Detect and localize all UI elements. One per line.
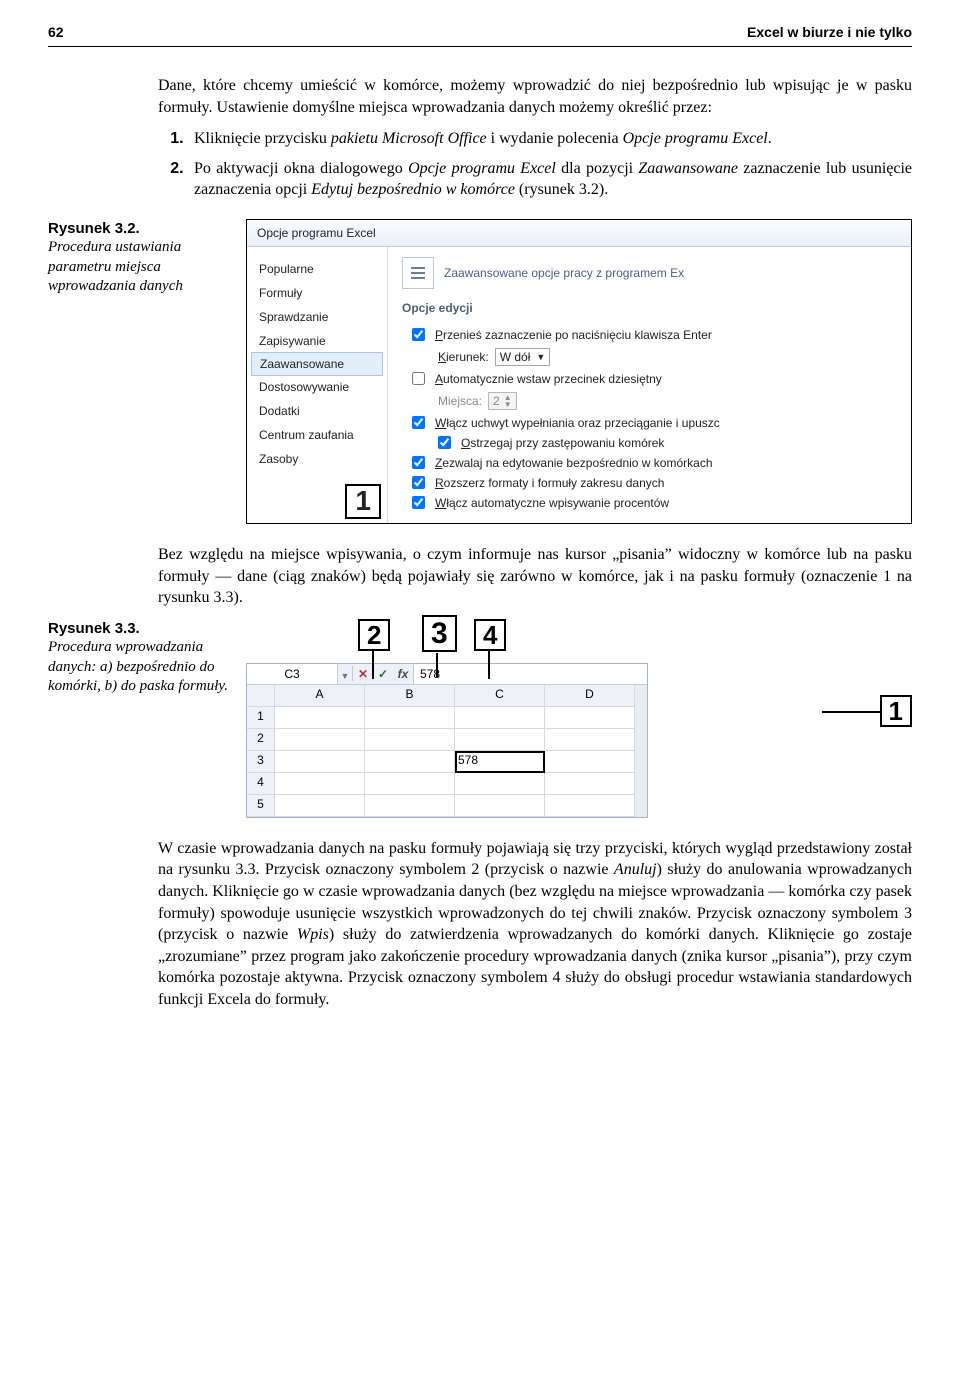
page-header: 62 Excel w biurze i nie tylko bbox=[48, 24, 912, 47]
nav-dodatki[interactable]: Dodatki bbox=[247, 399, 387, 423]
step-2: Po aktywacji okna dialogowego Opcje prog… bbox=[188, 158, 912, 201]
callout-line bbox=[372, 651, 374, 679]
cell[interactable] bbox=[455, 795, 545, 817]
figure-3-2: Rysunek 3.2. Procedura ustawiania parame… bbox=[48, 219, 912, 524]
nav-centrum-zaufania[interactable]: Centrum zaufania bbox=[247, 423, 387, 447]
miejsca-spinner: 2 ▲▼ bbox=[488, 392, 517, 410]
kierunek-combo[interactable]: W dół ▼ bbox=[495, 348, 551, 366]
figure-desc: Procedura ustawiania parametru miejsca w… bbox=[48, 239, 183, 294]
nav-popularne[interactable]: Popularne bbox=[247, 257, 387, 281]
nav-zasoby[interactable]: Zasoby bbox=[247, 447, 387, 471]
checkbox-icon[interactable] bbox=[412, 476, 425, 489]
cell[interactable] bbox=[365, 729, 455, 751]
figure-label: Rysunek 3.2. bbox=[48, 219, 228, 239]
options-header-text: Zaawansowane opcje pracy z programem Ex bbox=[444, 266, 684, 280]
callout-line bbox=[488, 651, 490, 679]
options-header: Zaawansowane opcje pracy z programem Ex bbox=[402, 257, 911, 289]
opt-zezwalaj-edytowanie[interactable]: Zezwalaj na edytowanie bezpośrednio w ko… bbox=[402, 453, 911, 473]
checkbox-icon[interactable] bbox=[412, 372, 425, 385]
excel-options-dialog: Opcje programu Excel Popularne Formuły S… bbox=[246, 219, 912, 524]
checkbox-icon[interactable] bbox=[412, 496, 425, 509]
cell[interactable] bbox=[365, 751, 455, 773]
nav-formuly[interactable]: Formuły bbox=[247, 281, 387, 305]
callout-1: 1 bbox=[345, 484, 381, 519]
col-header-c[interactable]: C bbox=[455, 685, 545, 707]
row-header-3[interactable]: 3 bbox=[247, 751, 275, 773]
cell[interactable] bbox=[365, 795, 455, 817]
opt-auto-przecinek[interactable]: Automatycznie wstaw przecinek dziesiętny bbox=[402, 369, 911, 389]
intro-paragraph: Dane, które chcemy umieścić w komórce, m… bbox=[48, 75, 912, 118]
worksheet-grid: A B C D 1 2 3 578 4 5 bbox=[247, 685, 647, 817]
cell[interactable] bbox=[455, 773, 545, 795]
opt-rozszerz-formaty[interactable]: Rozszerz formaty i formuły zakresu danyc… bbox=[402, 473, 911, 493]
name-box[interactable]: C3 bbox=[247, 664, 338, 684]
cell[interactable] bbox=[275, 773, 365, 795]
checkbox-icon[interactable] bbox=[412, 328, 425, 341]
insert-function-button[interactable]: fx bbox=[393, 664, 413, 684]
callout-2: 2 bbox=[358, 619, 390, 652]
opt-wlacz-procenty[interactable]: Włącz automatyczne wpisywanie procentów bbox=[402, 493, 911, 513]
chevron-down-icon: ▼ bbox=[536, 352, 545, 362]
cell[interactable] bbox=[455, 707, 545, 729]
checkbox-icon[interactable] bbox=[412, 416, 425, 429]
row-header-4[interactable]: 4 bbox=[247, 773, 275, 795]
opt-miejsca: Miejsca: 2 ▲▼ bbox=[402, 389, 911, 413]
nav-zaawansowane[interactable]: Zaawansowane bbox=[251, 352, 383, 376]
opt-uchwyt-wypelniania[interactable]: Włącz uchwyt wypełniania oraz przeciągan… bbox=[402, 413, 911, 433]
callout-4: 4 bbox=[474, 619, 506, 652]
name-box-dropdown[interactable]: ▼ bbox=[338, 666, 353, 681]
formula-input[interactable]: 578 bbox=[413, 664, 647, 684]
figure-label: Rysunek 3.3. bbox=[48, 619, 228, 639]
opt-przenies-zaznaczenie[interactable]: Przenieś zaznaczenie po naciśnięciu klaw… bbox=[402, 325, 911, 345]
select-all-corner[interactable] bbox=[247, 685, 275, 707]
options-icon bbox=[402, 257, 434, 289]
steps-list: Kliknięcie przycisku pakietu Microsoft O… bbox=[48, 128, 912, 201]
nav-zapisywanie[interactable]: Zapisywanie bbox=[247, 329, 387, 353]
callout-line bbox=[436, 653, 438, 677]
figure-desc: Procedura wprowadzania danych: a) bezpoś… bbox=[48, 639, 228, 694]
page-number: 62 bbox=[48, 24, 64, 40]
spinner-arrows-icon: ▲▼ bbox=[504, 394, 512, 408]
cell[interactable] bbox=[545, 751, 635, 773]
enter-button[interactable]: ✓ bbox=[373, 664, 393, 684]
cell[interactable] bbox=[545, 795, 635, 817]
checkbox-icon[interactable] bbox=[412, 456, 425, 469]
end-paragraph: W czasie wprowadzania danych na pasku fo… bbox=[48, 838, 912, 1011]
cell[interactable] bbox=[275, 795, 365, 817]
cell[interactable] bbox=[455, 729, 545, 751]
section-opcje-edycji: Opcje edycji bbox=[402, 301, 911, 315]
formula-bar: C3 ▼ ✕ ✓ fx 578 A B C D 1 2 bbox=[246, 663, 648, 818]
col-header-a[interactable]: A bbox=[275, 685, 365, 707]
cancel-button[interactable]: ✕ bbox=[353, 664, 373, 684]
dialog-title: Opcje programu Excel bbox=[247, 220, 911, 247]
cell[interactable] bbox=[365, 773, 455, 795]
cell[interactable] bbox=[545, 729, 635, 751]
formula-bar-figure: 2 3 4 1 C3 ▼ ✕ ✓ fx 578 bbox=[246, 619, 912, 818]
dialog-nav: Popularne Formuły Sprawdzanie Zapisywani… bbox=[247, 247, 388, 523]
row-header-5[interactable]: 5 bbox=[247, 795, 275, 817]
cell[interactable] bbox=[365, 707, 455, 729]
callout-1b: 1 bbox=[880, 695, 912, 728]
col-header-b[interactable]: B bbox=[365, 685, 455, 707]
mid-paragraph: Bez względu na miejsce wpisywania, o czy… bbox=[48, 544, 912, 609]
col-header-d[interactable]: D bbox=[545, 685, 635, 707]
nav-dostosowywanie[interactable]: Dostosowywanie bbox=[247, 375, 387, 399]
row-header-1[interactable]: 1 bbox=[247, 707, 275, 729]
nav-sprawdzanie[interactable]: Sprawdzanie bbox=[247, 305, 387, 329]
cell-c3-active[interactable]: 578 bbox=[455, 751, 545, 773]
figure-3-3: Rysunek 3.3. Procedura wprowadzania dany… bbox=[48, 619, 912, 818]
opt-kierunek: Kierunek: W dół ▼ bbox=[402, 345, 911, 369]
row-header-2[interactable]: 2 bbox=[247, 729, 275, 751]
opt-ostrzegaj[interactable]: Ostrzegaj przy zastępowaniu komórek bbox=[402, 433, 911, 453]
cell[interactable] bbox=[275, 707, 365, 729]
callout-line bbox=[822, 711, 882, 713]
cell[interactable] bbox=[545, 773, 635, 795]
book-title: Excel w biurze i nie tylko bbox=[747, 24, 912, 40]
cell[interactable] bbox=[545, 707, 635, 729]
step-1: Kliknięcie przycisku pakietu Microsoft O… bbox=[188, 128, 912, 150]
callout-3: 3 bbox=[422, 615, 457, 652]
cell[interactable] bbox=[275, 729, 365, 751]
cell[interactable] bbox=[275, 751, 365, 773]
checkbox-icon[interactable] bbox=[438, 436, 451, 449]
